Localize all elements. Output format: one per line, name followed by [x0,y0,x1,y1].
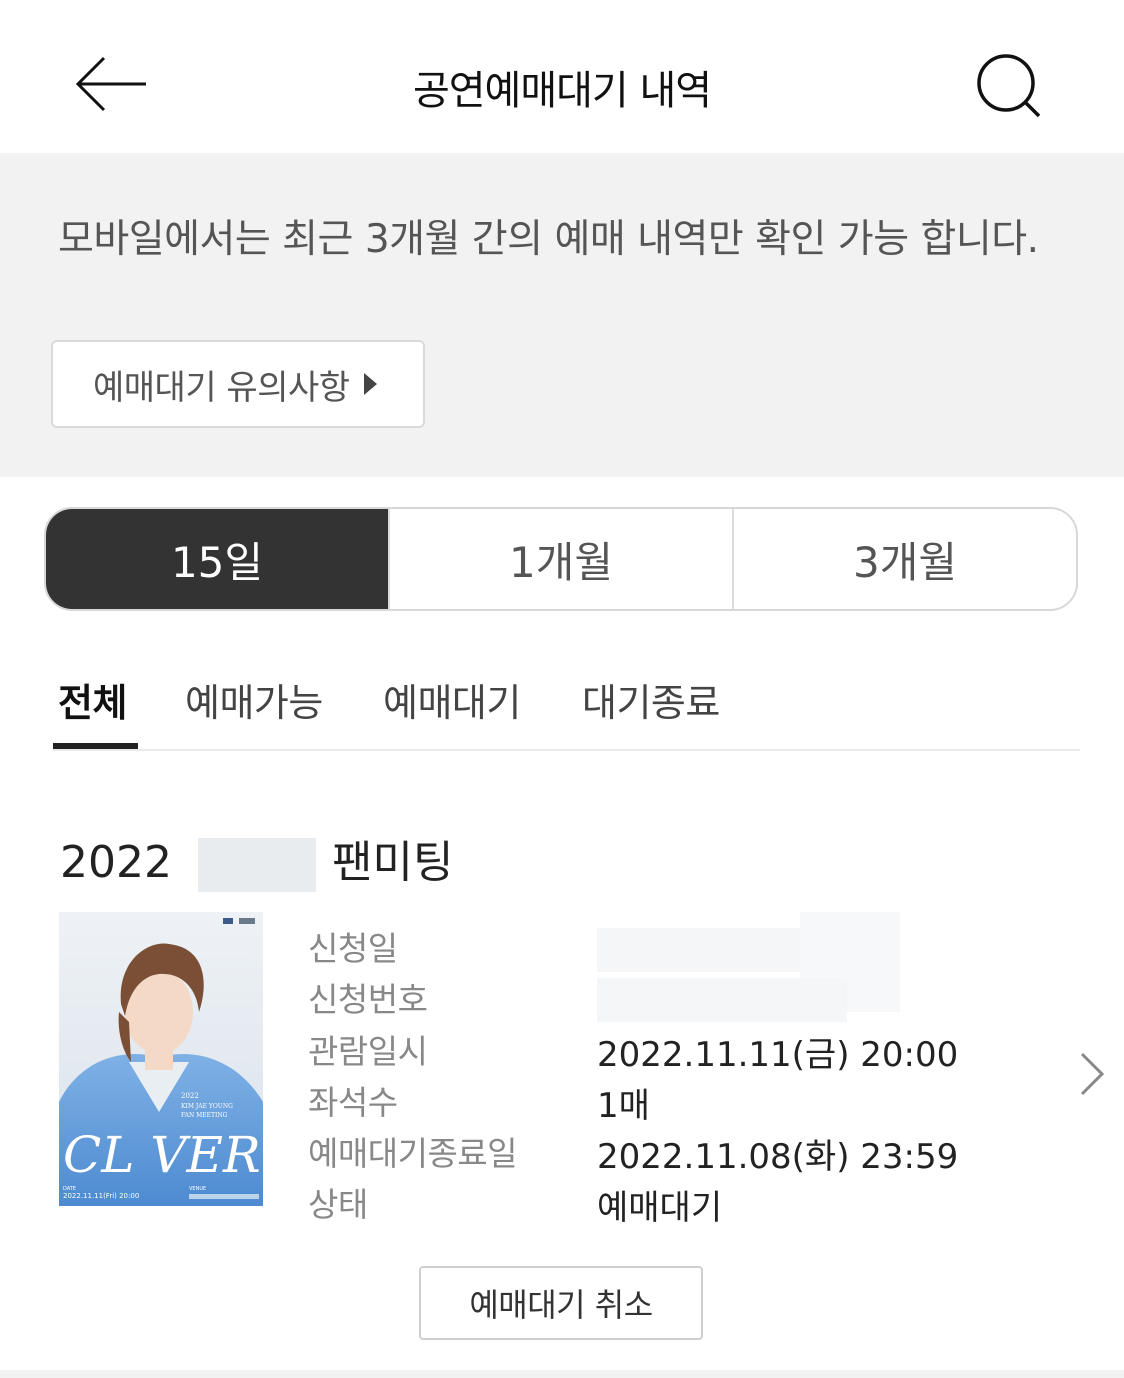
notice-panel: 모바일에서는 최근 3개월 간의 예매 내역만 확인 가능 합니다. 예매대기 … [0,153,1124,477]
active-tab-indicator [53,743,138,749]
poster-venue-label: VENUE [189,1186,206,1192]
period-15days[interactable]: 15일 [46,509,388,609]
period-filter: 15일 1개월 3개월 [44,507,1078,611]
label-status: 상태 [308,1185,368,1224]
label-apply-number: 신청번호 [308,980,428,1019]
tab-waiting[interactable]: 예매대기 [383,672,521,727]
tab-ended[interactable]: 대기종료 [582,672,720,727]
triangle-right-icon [363,373,377,395]
poster-venue-text [189,1194,259,1199]
event-title-prefix: 2022 [60,837,172,888]
poster-date: 2022.11.11(Fri) 20:00 [63,1192,139,1200]
tab-available[interactable]: 예매가능 [185,672,323,727]
poster-headline: CL VER [63,1126,261,1184]
status-tabs: 전체 예매가능 예매대기 대기종료 [53,666,1080,751]
chevron-right-icon [1080,1052,1105,1096]
period-1month[interactable]: 1개월 [388,509,732,609]
page-title: 공연예매대기 내역 [412,68,712,114]
event-poster[interactable]: 2022 KIM JAE YOUNG FAN MEETING CL VER DA… [59,912,263,1206]
tab-all[interactable]: 전체 [58,672,127,727]
value-show-datetime: 2022.11.11(금) 20:00 [597,1035,959,1075]
cancel-wait-button[interactable]: 예매대기 취소 [419,1266,703,1340]
notice-text: 모바일에서는 최근 3개월 간의 예매 내역만 확인 가능 합니다. [58,217,1039,262]
label-show-datetime: 관람일시 [308,1032,428,1071]
poster-event: FAN MEETING [181,1112,228,1119]
search-icon [977,54,1041,118]
bottom-divider [0,1370,1124,1378]
event-title-suffix: 팬미팅 [331,837,454,888]
period-3months[interactable]: 3개월 [732,509,1076,609]
event-title[interactable]: 2022 팬미팅 [60,826,453,892]
poster-art: 2022 KIM JAE YOUNG FAN MEETING CL VER DA… [59,912,263,1206]
poster-artist: KIM JAE YOUNG [181,1103,233,1110]
label-apply-date: 신청일 [308,929,398,968]
wait-notice-label: 예매대기 유의사항 [93,367,350,408]
label-seats: 좌석수 [308,1083,398,1122]
header: 공연예매대기 내역 [0,0,1124,153]
label-wait-end-date: 예매대기종료일 [308,1134,518,1173]
search-button[interactable] [968,52,1048,124]
wait-notice-button[interactable]: 예매대기 유의사항 [51,340,425,428]
redacted-apply-number [597,978,847,1022]
value-seats: 1매 [597,1086,650,1126]
poster-year: 2022 [181,1092,199,1100]
redacted-name [197,838,316,892]
detail-button[interactable] [1072,1050,1112,1098]
value-status: 예매대기 [597,1188,723,1228]
value-wait-end-date: 2022.11.08(화) 23:59 [597,1137,959,1177]
